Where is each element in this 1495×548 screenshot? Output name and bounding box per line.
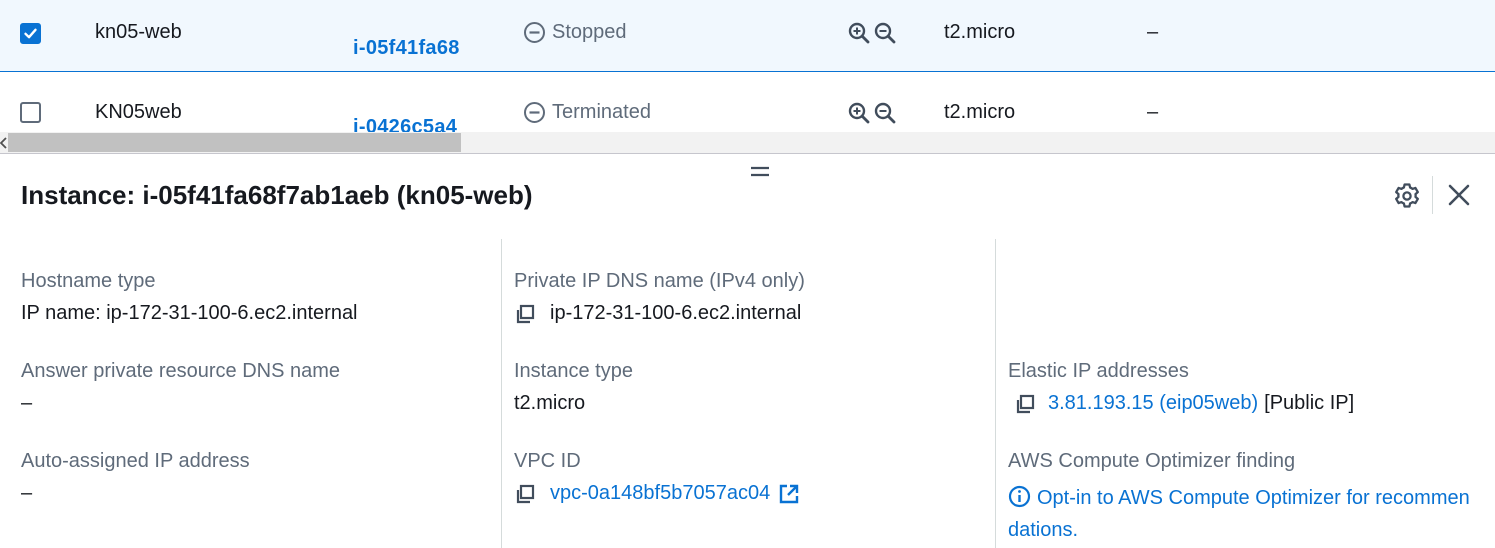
instance-state: Terminated — [523, 101, 651, 124]
optimizer-finding-value: Opt-in to AWS Compute Optimizer for reco… — [1008, 482, 1478, 546]
zoom-out-icon[interactable] — [873, 101, 897, 125]
vpc-id-field: VPC ID vpc-0a148bf5b7057ac04 — [514, 450, 800, 505]
hostname-type-field: Hostname type IP name: ip-172-31-100-6.e… — [21, 270, 358, 325]
scrollbar-thumb[interactable] — [8, 133, 461, 152]
zoom-in-icon[interactable] — [847, 21, 871, 45]
instance-name: kn05-web — [95, 21, 182, 43]
field-value: – — [21, 482, 33, 504]
table-row[interactable]: kn05-web i-05f41fa68 f7ab1aeb Stopped — [0, 0, 1495, 121]
minus-circle-icon — [524, 102, 545, 123]
horizontal-scrollbar[interactable] — [0, 132, 1495, 153]
monitoring-zoom — [847, 101, 897, 125]
monitoring-zoom — [847, 21, 897, 45]
instance-id-line: i-05f41fa68 — [353, 37, 460, 59]
field-label: Hostname type — [21, 270, 156, 292]
row-checkbox[interactable] — [20, 102, 41, 123]
instance-type: t2.micro — [944, 101, 1016, 123]
optimizer-opt-in-link[interactable]: Opt-in to AWS Compute Optimizer for reco… — [1008, 487, 1470, 541]
vpc-id-link[interactable]: vpc-0a148bf5b7057ac04 — [550, 482, 770, 505]
elastic-ip-field: Elastic IP addresses 3.81.193.15 (eip05w… — [1008, 360, 1354, 415]
instance-type-field: Instance type t2.micro — [514, 360, 633, 415]
private-ip-dns-field: Private IP DNS name (IPv4 only) ip-172-3… — [514, 270, 805, 325]
empty-value: – — [1147, 21, 1159, 43]
field-value: – — [21, 392, 33, 414]
scroll-left-arrow-icon[interactable] — [0, 136, 8, 150]
compute-optimizer-field: AWS Compute Optimizer finding Opt-in to … — [1008, 450, 1478, 546]
field-label: Answer private resource DNS name — [21, 360, 341, 382]
zoom-in-icon[interactable] — [847, 101, 871, 125]
drag-handle-icon[interactable] — [750, 164, 770, 178]
field-label: AWS Compute Optimizer finding — [1008, 450, 1296, 472]
field-value: 3.81.193.15 (eip05web) [Public IP] — [1008, 392, 1354, 415]
auto-assigned-ip-field: Auto-assigned IP address – — [21, 450, 250, 505]
private-dns-value: ip-172-31-100-6.ec2.internal — [550, 302, 802, 324]
row-checkbox[interactable] — [20, 23, 41, 44]
column-divider — [995, 239, 996, 548]
info-icon — [1008, 485, 1031, 508]
field-label: Elastic IP addresses — [1008, 360, 1189, 382]
field-label: Private IP DNS name (IPv4 only) — [514, 270, 805, 292]
field-label: Auto-assigned IP address — [21, 450, 250, 472]
state-label: Terminated — [552, 101, 651, 123]
zoom-out-icon[interactable] — [873, 21, 897, 45]
copy-icon[interactable] — [514, 483, 536, 505]
check-icon — [24, 28, 37, 39]
elastic-ip-link[interactable]: 3.81.193.15 (eip05web) — [1048, 392, 1258, 415]
answer-private-dns-field: Answer private resource DNS name – — [21, 360, 340, 415]
instance-name: KN05web — [95, 101, 182, 123]
close-icon[interactable] — [1445, 181, 1473, 209]
field-value: vpc-0a148bf5b7057ac04 — [514, 482, 800, 505]
instance-state: Stopped — [523, 21, 627, 44]
gear-icon[interactable] — [1393, 181, 1421, 209]
minus-circle-icon — [524, 22, 545, 43]
elastic-ip-suffix: [Public IP] — [1264, 392, 1355, 414]
field-value: ip-172-31-100-6.ec2.internal — [514, 302, 805, 325]
instance-type: t2.micro — [944, 21, 1016, 43]
instances-table: kn05-web i-05f41fa68 f7ab1aeb Stopped — [0, 0, 1495, 153]
field-label: VPC ID — [514, 450, 581, 472]
field-value: t2.micro — [514, 392, 586, 414]
external-link-icon[interactable] — [778, 483, 800, 505]
copy-icon[interactable] — [1014, 393, 1036, 415]
header-divider — [1432, 176, 1433, 214]
copy-icon[interactable] — [514, 303, 536, 325]
details-split-panel: Instance: i-05f41fa68f7ab1aeb (kn05-web)… — [0, 153, 1495, 548]
state-label: Stopped — [552, 21, 627, 43]
panel-title: Instance: i-05f41fa68f7ab1aeb (kn05-web) — [21, 180, 533, 210]
field-label: Instance type — [514, 360, 633, 382]
empty-value: – — [1147, 101, 1159, 123]
column-divider — [501, 239, 502, 548]
field-value: IP name: ip-172-31-100-6.ec2.internal — [21, 302, 358, 324]
